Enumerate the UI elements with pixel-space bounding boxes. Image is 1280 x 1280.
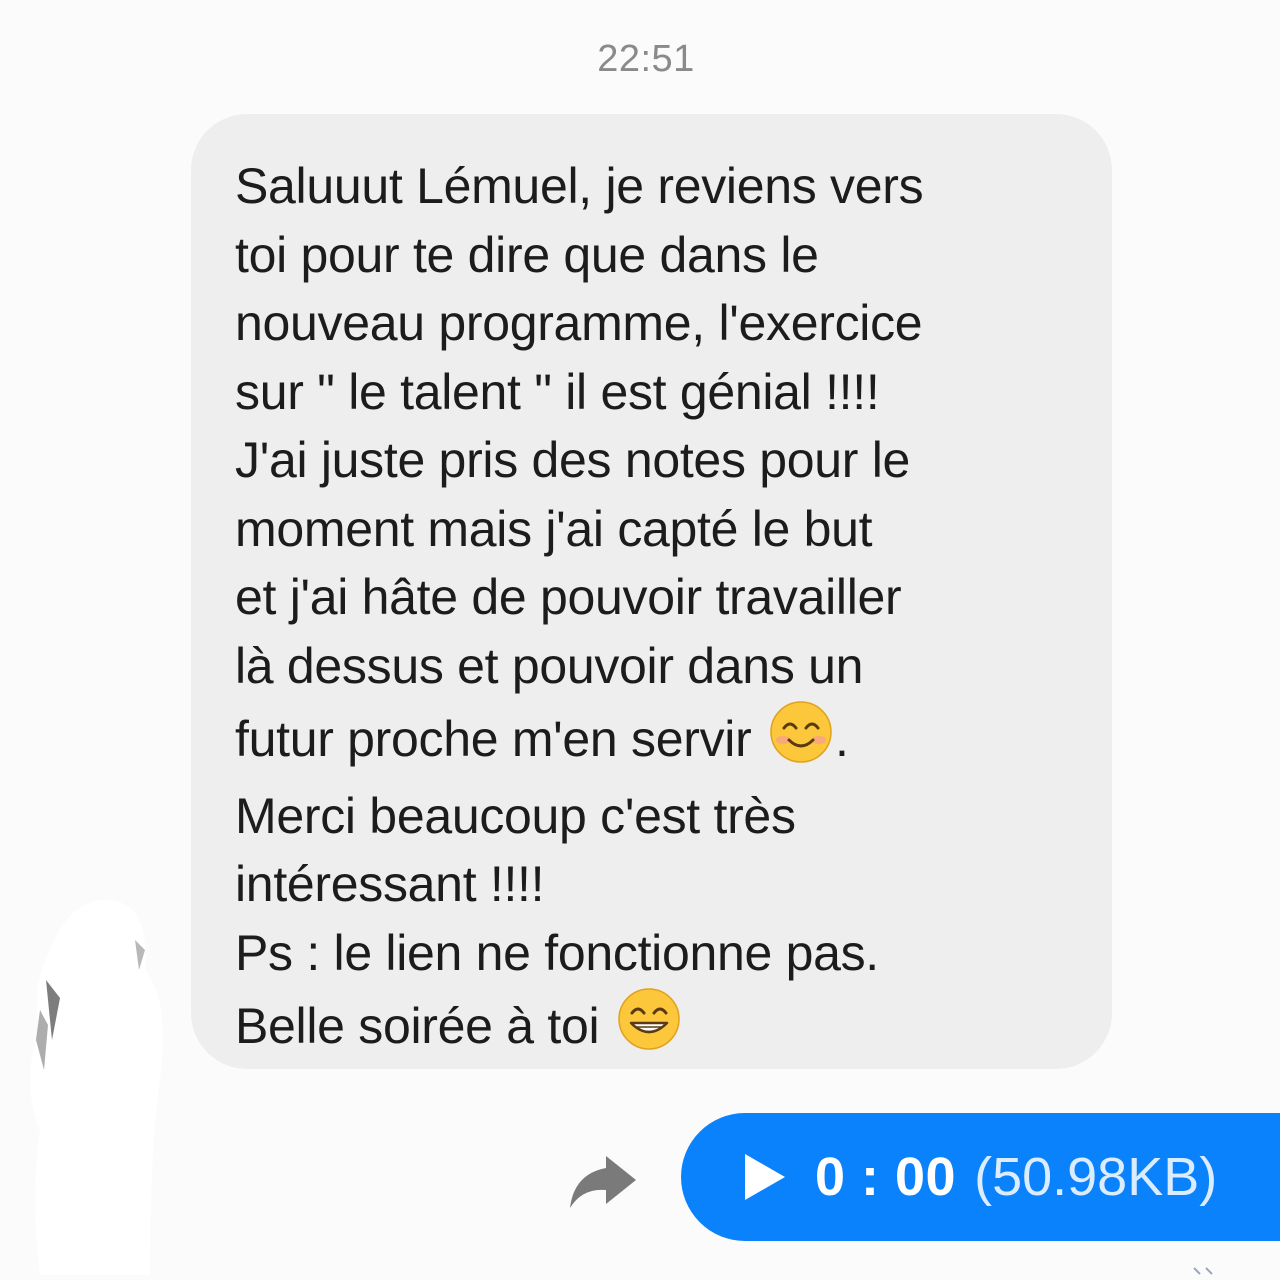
message-line: sur " le talent " il est génial !!!! (235, 363, 880, 420)
message-line: J'ai juste pris des notes pour le (235, 432, 911, 488)
message-line: toi pour te dire que dans le (235, 226, 819, 283)
message-timestamp: 22:51 (597, 38, 695, 80)
message-line: moment mais j'ai capté le but (235, 500, 873, 557)
message-line-punctuation: . (835, 711, 849, 767)
message-line-text: futur proche m'en servir (235, 711, 752, 767)
smiling-emoji-icon (769, 700, 833, 782)
voice-file-size: (50.98KB) (974, 1147, 1218, 1207)
seen-indicator-icon (1193, 1267, 1213, 1275)
message-line: intéressant !!!! (235, 856, 545, 912)
message-line: Saluuut Lémuel, je reviens vers (235, 158, 924, 214)
message-line: nouveau programme, l'exercice (235, 295, 923, 351)
message-line-with-emoji: futur proche m'en servir . (235, 700, 1072, 782)
message-line-with-emoji: Belle soirée à toi (235, 987, 1072, 1069)
forward-icon[interactable] (566, 1150, 638, 1212)
redacted-avatar (0, 880, 200, 1275)
message-line: Merci beaucoup c'est très (235, 787, 796, 844)
play-icon[interactable] (743, 1152, 787, 1202)
message-line-text: Belle soirée à toi (235, 998, 600, 1054)
message-line: et j'ai hâte de pouvoir travailler (235, 569, 902, 625)
grinning-emoji-icon (617, 987, 681, 1069)
message-line: là dessus et pouvoir dans un (235, 637, 864, 694)
incoming-message-bubble[interactable]: Saluuut Lémuel, je reviens vers toi pour… (191, 114, 1112, 1069)
message-line: Ps : le lien ne fonctionne pas. (235, 924, 879, 981)
voice-duration: 0 : 00 (815, 1147, 957, 1207)
voice-message-bubble[interactable]: 0 : 00 (50.98KB) (681, 1113, 1280, 1241)
